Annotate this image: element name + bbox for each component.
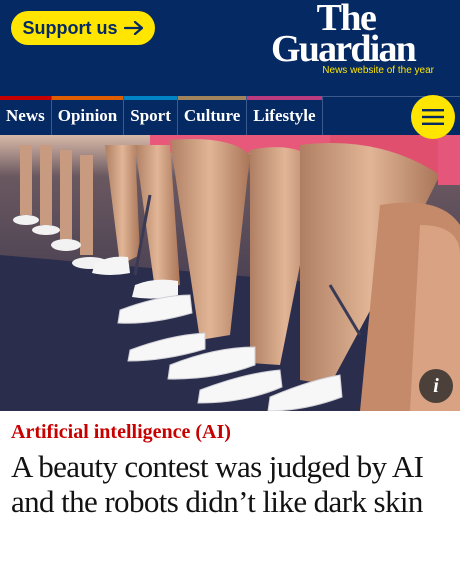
hamburger-icon: [422, 109, 444, 125]
hero-image[interactable]: [0, 135, 460, 411]
nav-item-lifestyle[interactable]: Lifestyle: [247, 96, 323, 135]
info-icon: i: [433, 374, 439, 397]
article-kicker[interactable]: Artificial intelligence (AI): [11, 420, 451, 444]
masthead: Support us The Guardian News website of …: [0, 0, 460, 96]
nav-item-news[interactable]: News: [0, 96, 52, 135]
guardian-logo[interactable]: The Guardian News website of the year: [250, 0, 436, 76]
nav-sport-accent: [124, 96, 177, 100]
image-info-button[interactable]: i: [419, 369, 453, 403]
section-nav: News Opinion Sport Culture Lifestyle: [0, 95, 460, 139]
nav-news-label: News: [6, 106, 45, 125]
nav-lifestyle-accent: [247, 96, 322, 100]
support-us-button[interactable]: Support us: [11, 11, 155, 45]
article-headline[interactable]: A beauty contest was judged by AI and th…: [11, 449, 451, 519]
nav-item-culture[interactable]: Culture: [177, 96, 248, 135]
nav-news-accent: [0, 96, 51, 100]
support-us-label: Support us: [22, 17, 118, 38]
logo-line-guardian: Guardian: [271, 28, 417, 70]
nav-opinion-label: Opinion: [57, 106, 118, 125]
arrow-right-icon: [123, 21, 143, 35]
nav-item-opinion[interactable]: Opinion: [51, 96, 125, 135]
section-nav-items: News Opinion Sport Culture Lifestyle: [0, 96, 323, 135]
nav-culture-accent: [177, 96, 247, 100]
article-header: Artificial intelligence (AI) A beauty co…: [11, 420, 451, 519]
nav-opinion-accent: [51, 96, 124, 100]
hero-photo: [0, 135, 460, 411]
nav-culture-label: Culture: [183, 106, 241, 125]
menu-button[interactable]: [411, 95, 455, 139]
nav-sport-label: Sport: [130, 106, 171, 125]
nav-lifestyle-label: Lifestyle: [253, 106, 316, 125]
nav-item-sport[interactable]: Sport: [124, 96, 178, 135]
